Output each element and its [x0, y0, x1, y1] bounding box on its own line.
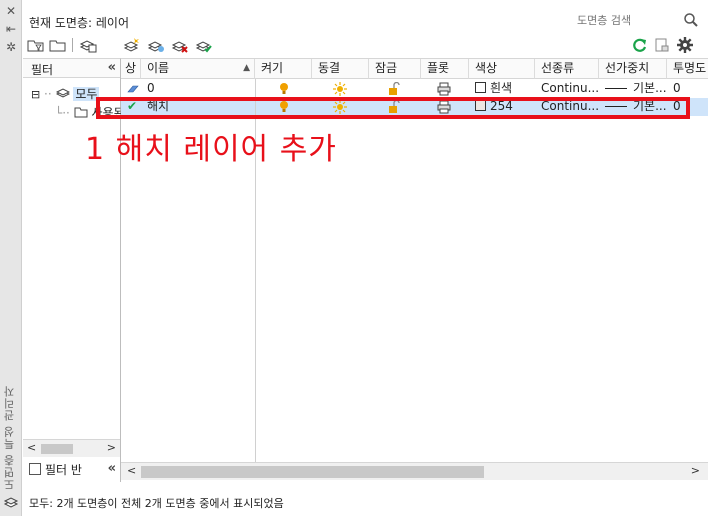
- autohide-icon[interactable]: ⇤: [3, 22, 19, 36]
- new-group-filter-icon[interactable]: [49, 37, 67, 53]
- scroll-right-arrow[interactable]: >: [107, 441, 116, 454]
- refresh-icon[interactable]: [631, 37, 649, 53]
- layer-search[interactable]: [571, 10, 701, 30]
- layer-row[interactable]: 0 흰색 Continu... 기본... 0: [121, 80, 708, 98]
- delete-layer-icon[interactable]: [171, 37, 189, 53]
- lineweight-sample: [605, 88, 627, 89]
- tree-item-all[interactable]: ⊟ ·· 모두: [31, 85, 100, 102]
- collapse-filter-pane-button[interactable]: «: [108, 461, 116, 476]
- bulb-on-icon[interactable]: [278, 82, 290, 96]
- tree-expander-icon[interactable]: ⊟: [31, 88, 40, 101]
- layer-color[interactable]: 흰색: [475, 80, 512, 98]
- search-icon: [684, 13, 698, 27]
- new-layer-vp-frozen-icon[interactable]: [147, 37, 165, 53]
- scroll-left-arrow[interactable]: <: [27, 441, 36, 454]
- toolbar: [23, 34, 708, 56]
- printer-icon[interactable]: [437, 82, 451, 96]
- filter-pane-scrollbar[interactable]: < >: [23, 439, 120, 457]
- filter-icon: [74, 107, 88, 118]
- column-plot[interactable]: 플롯: [421, 59, 469, 79]
- status-bar: 모두: 2개 도면층이 전체 2개 도면층 중에서 표시되었음: [29, 497, 284, 510]
- invert-filter-label: 필터 반: [45, 463, 82, 477]
- column-lineweight[interactable]: 선가중치: [599, 59, 667, 79]
- column-color[interactable]: 색상: [469, 59, 535, 79]
- settings-gear-icon[interactable]: [676, 37, 694, 53]
- scrollbar-thumb[interactable]: [41, 444, 73, 454]
- palette-side-strip: ✕ ⇤ ✲ 도면층 특성 관리자: [0, 0, 22, 516]
- column-transparency[interactable]: 투명도: [667, 59, 708, 79]
- column-freeze[interactable]: 동결: [312, 59, 369, 79]
- set-current-icon[interactable]: [195, 37, 213, 53]
- layer-name[interactable]: 0: [147, 80, 155, 98]
- column-linetype[interactable]: 선종류: [535, 59, 599, 79]
- layer-list-scrollbar[interactable]: < >: [121, 462, 708, 480]
- layer-properties-panel: 현재 도면층: 레이어 도면층 검색 필터 « ⊟ ·· 모두 └·· 사용된 …: [23, 0, 708, 516]
- title-row: 현재 도면층: 레이어: [23, 8, 708, 30]
- layer-transparency[interactable]: 0: [673, 80, 681, 98]
- scroll-right-arrow[interactable]: >: [691, 464, 700, 477]
- layer-lineweight[interactable]: 기본...: [605, 80, 667, 98]
- collapse-filter-pane-button[interactable]: «: [108, 60, 116, 75]
- sun-thawed-icon[interactable]: [333, 82, 347, 96]
- lineweight-value: 기본...: [633, 81, 667, 95]
- close-icon[interactable]: ✕: [3, 4, 19, 18]
- unlocked-icon[interactable]: [388, 82, 400, 96]
- invert-filter-row: 필터 반 «: [23, 459, 120, 481]
- layer-status-icon: [127, 85, 139, 93]
- scrollbar-thumb[interactable]: [141, 466, 484, 478]
- new-property-filter-icon[interactable]: [27, 37, 45, 53]
- scroll-left-arrow[interactable]: <: [127, 464, 136, 477]
- invert-filter-checkbox[interactable]: [29, 463, 41, 475]
- layer-linetype[interactable]: Continu...: [541, 80, 599, 98]
- filter-tree-pane: 필터 « ⊟ ·· 모두 └·· 사용된 < > 필터 반 «: [23, 58, 125, 482]
- annotation-text: 1 해치 레이어 추가: [85, 132, 337, 167]
- column-status[interactable]: 상: [121, 59, 141, 79]
- toolbar-separator: [72, 38, 73, 52]
- highlight-box: [96, 97, 690, 119]
- color-name: 흰색: [490, 81, 513, 95]
- palette-title: 도면층 특성 관리자: [3, 385, 16, 490]
- search-input[interactable]: [571, 10, 679, 30]
- properties-icon[interactable]: ✲: [3, 40, 19, 54]
- column-on[interactable]: 켜기: [255, 59, 312, 79]
- layers-icon: [55, 88, 70, 98]
- filter-pane-header: 필터 «: [23, 59, 120, 78]
- color-swatch: [475, 82, 486, 93]
- filter-header-label: 필터: [31, 63, 54, 77]
- vp-override-toggle-icon[interactable]: [653, 37, 671, 53]
- column-name-label: 이름: [147, 61, 170, 75]
- column-name[interactable]: 이름 ▲: [141, 59, 255, 79]
- layer-states-manager-icon[interactable]: [79, 37, 97, 53]
- current-layer-label: 현재 도면층: 레이어: [29, 16, 129, 30]
- column-lock[interactable]: 잠금: [369, 59, 421, 79]
- new-layer-icon[interactable]: [123, 37, 141, 53]
- layer-manager-icon: [3, 497, 19, 508]
- sort-ascending-icon: ▲: [243, 63, 250, 73]
